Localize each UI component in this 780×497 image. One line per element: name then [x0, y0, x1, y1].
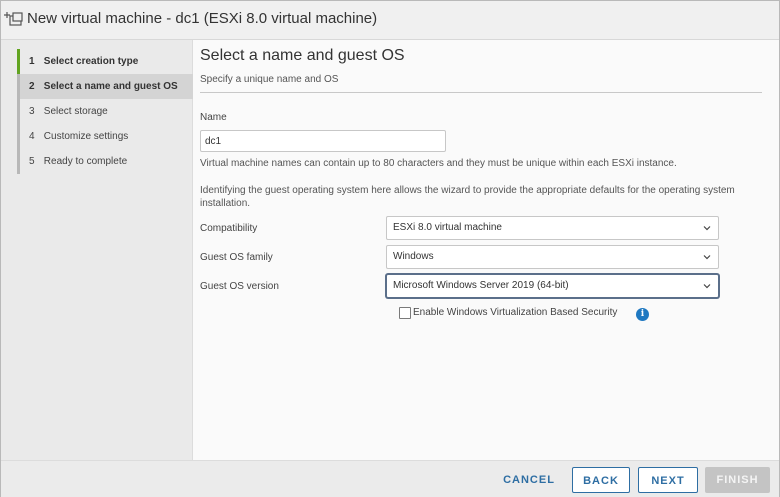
- compatibility-select[interactable]: ESXi 8.0 virtual machine: [386, 216, 719, 240]
- steps-list: 1 Select creation type 2 Select a name a…: [17, 49, 194, 174]
- step-select-storage[interactable]: 3 Select storage: [20, 99, 194, 124]
- compatibility-label: Compatibility: [200, 223, 258, 234]
- next-button[interactable]: NEXT: [638, 467, 698, 493]
- finish-button[interactable]: FINISH: [705, 467, 770, 493]
- wizard-window: New virtual machine - dc1 (ESXi 8.0 virt…: [0, 0, 780, 497]
- page-subtitle: Specify a unique name and OS: [200, 74, 339, 85]
- step-label: Select a name and guest OS: [43, 81, 178, 92]
- wizard-steps-sidebar: 1 Select creation type 2 Select a name a…: [1, 40, 194, 460]
- step-select-name-guest-os[interactable]: 2 Select a name and guest OS: [20, 74, 194, 99]
- step-label: Ready to complete: [43, 156, 128, 167]
- step-select-creation-type[interactable]: 1 Select creation type: [17, 49, 194, 74]
- guest-os-version-label: Guest OS version: [200, 281, 279, 292]
- compatibility-value: ESXi 8.0 virtual machine: [393, 222, 502, 233]
- divider: [200, 92, 762, 93]
- title-bar: New virtual machine - dc1 (ESXi 8.0 virt…: [1, 1, 779, 40]
- vbs-checkbox[interactable]: [399, 307, 411, 319]
- window-title: New virtual machine - dc1 (ESXi 8.0 virt…: [27, 10, 378, 27]
- step-ready-to-complete[interactable]: 5 Ready to complete: [20, 149, 194, 174]
- step-label: Select creation type: [43, 56, 139, 67]
- wizard-footer: CANCEL BACK NEXT FINISH: [1, 460, 779, 497]
- back-button[interactable]: BACK: [572, 467, 630, 493]
- chevron-down-icon: [703, 284, 711, 289]
- step-customize-settings[interactable]: 4 Customize settings: [20, 124, 194, 149]
- page-title: Select a name and guest OS: [200, 47, 405, 64]
- step-number: 1: [29, 56, 35, 67]
- os-help-text: Identifying the guest operating system h…: [200, 185, 735, 209]
- chevron-down-icon: [703, 226, 711, 231]
- guest-os-family-select[interactable]: Windows: [386, 245, 719, 269]
- vm-name-input[interactable]: dc1: [200, 130, 446, 152]
- guest-os-version-select[interactable]: Microsoft Windows Server 2019 (64-bit): [386, 274, 719, 298]
- guest-os-family-label: Guest OS family: [200, 252, 273, 263]
- step-label: Select storage: [43, 106, 108, 117]
- step-number: 4: [29, 131, 35, 142]
- info-icon[interactable]: i: [636, 308, 649, 321]
- name-label: Name: [200, 112, 227, 123]
- guest-os-family-value: Windows: [393, 251, 434, 262]
- guest-os-version-value: Microsoft Windows Server 2019 (64-bit): [393, 280, 569, 291]
- step-number: 2: [29, 81, 35, 92]
- new-vm-icon: [4, 12, 23, 26]
- step-number: 3: [29, 106, 35, 117]
- step-label: Customize settings: [43, 131, 129, 142]
- chevron-down-icon: [703, 255, 711, 260]
- vbs-checkbox-label[interactable]: Enable Windows Virtualization Based Secu…: [413, 307, 617, 318]
- wizard-content: Select a name and guest OS Specify a uni…: [193, 40, 779, 460]
- cancel-button[interactable]: CANCEL: [496, 467, 562, 493]
- step-number: 5: [29, 156, 35, 167]
- name-help-text: Virtual machine names can contain up to …: [200, 158, 677, 169]
